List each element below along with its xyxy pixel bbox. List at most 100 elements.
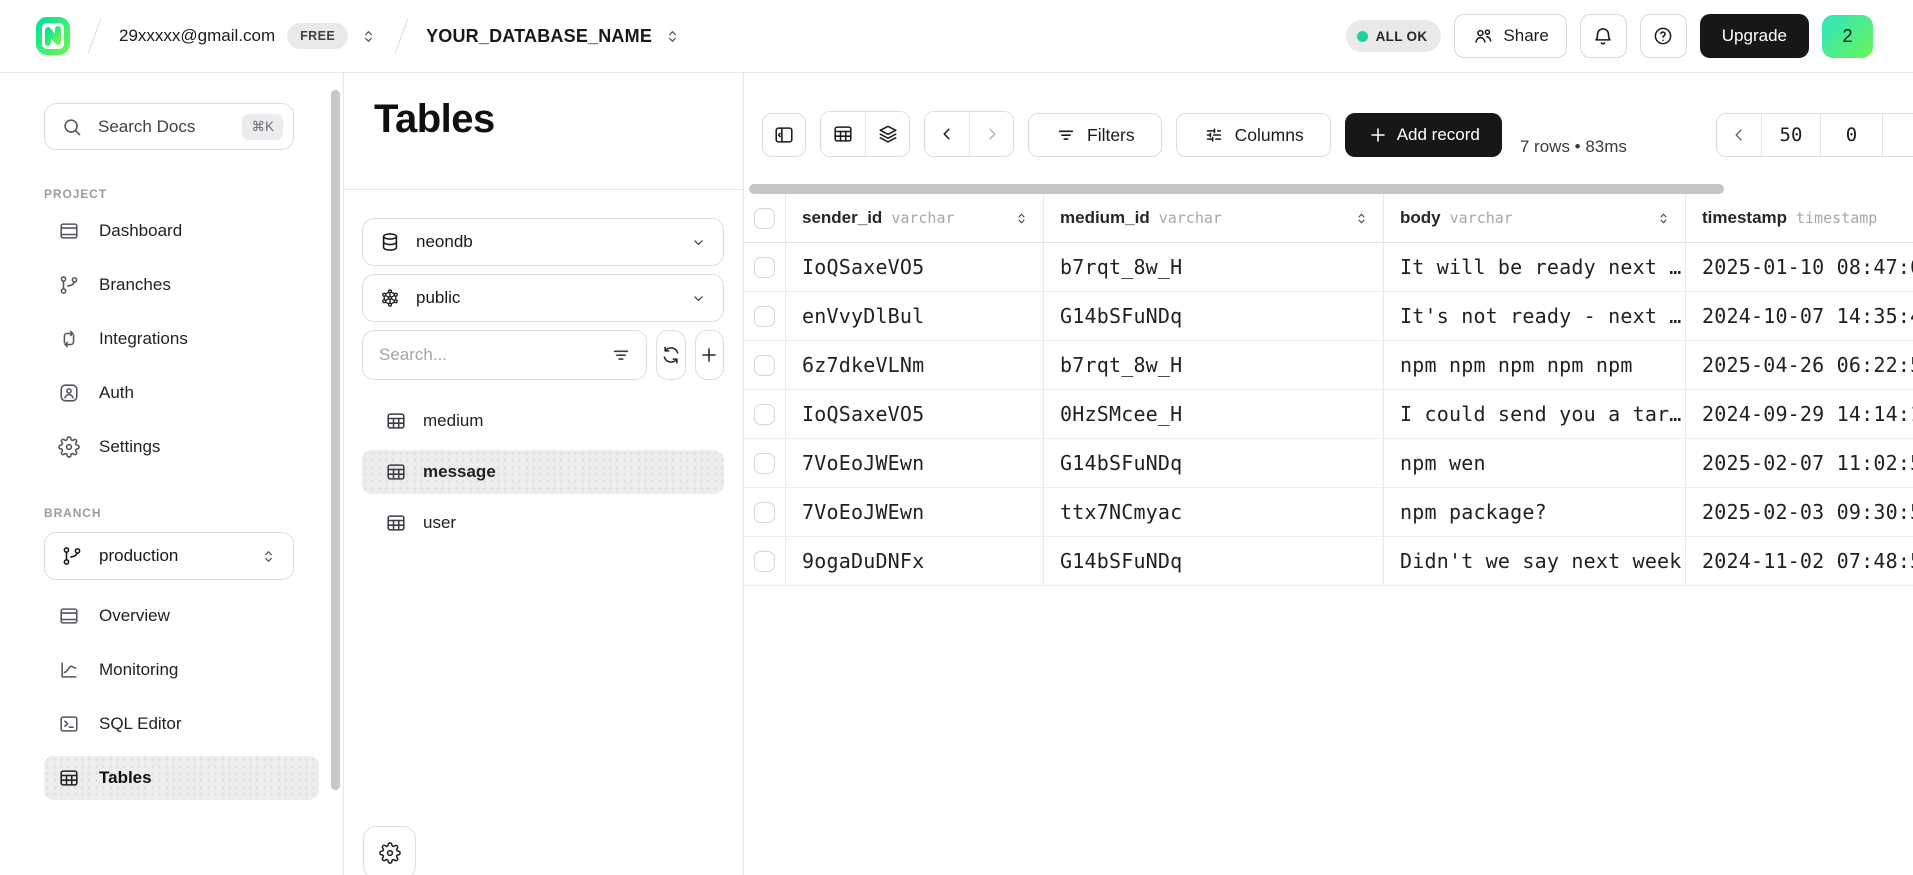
table-row[interactable]: 7VoEoJWEwnG14bSFuNDq npm wen 2025-02-07 11…: [744, 439, 1913, 488]
table-cell[interactable]: G14bSFuNDq: [1044, 292, 1384, 340]
sidebar-item[interactable]: Integrations: [44, 317, 319, 361]
sort-icon[interactable]: [1014, 211, 1029, 226]
forward-button[interactable]: [969, 112, 1013, 156]
add-record-button[interactable]: Add record: [1345, 113, 1502, 157]
page-offset-value[interactable]: 0: [1820, 114, 1882, 156]
sort-icon[interactable]: [1354, 211, 1369, 226]
database-selector[interactable]: YOUR_DATABASE_NAME: [426, 26, 681, 47]
add-table-button[interactable]: [695, 330, 725, 380]
sidebar-item[interactable]: Tables: [44, 756, 319, 800]
table-row[interactable]: 7VoEoJWEwnttx7NCmyacnpm package?2025-02-…: [744, 488, 1913, 537]
table-cell[interactable]: G14bSFuNDq: [1044, 537, 1384, 585]
table-cell[interactable]: 2025-02-03 09:30:5: [1686, 488, 1913, 536]
panel-settings-button[interactable]: [363, 826, 416, 875]
table-cell[interactable]: IoQSaxeVO5: [786, 390, 1044, 438]
sidebar-item[interactable]: SQL Editor: [44, 702, 319, 746]
cell-value: 2024-10-07 14:35:4: [1702, 304, 1913, 328]
notifications-button[interactable]: [1580, 14, 1627, 58]
column-header-body[interactable]: bodyvarchar: [1384, 194, 1686, 242]
sliders-icon: [1203, 124, 1225, 146]
table-cell[interactable]: npm npm npm npm npm: [1384, 341, 1686, 389]
sidebar-item[interactable]: Settings: [44, 425, 319, 469]
refresh-button[interactable]: [656, 330, 686, 380]
table-cell[interactable]: b7rqt_8w_H: [1044, 243, 1384, 291]
collapse-panel-button[interactable]: [762, 113, 806, 157]
row-checkbox[interactable]: [754, 404, 775, 425]
table-row[interactable]: 9ogaDuDNFxG14bSFuNDqDidn't we say next w…: [744, 537, 1913, 586]
table-list-item[interactable]: medium: [362, 399, 724, 443]
table-cell[interactable]: enVvyDlBul: [786, 292, 1044, 340]
table-cell[interactable]: 2024-10-07 14:35:4: [1686, 292, 1913, 340]
table-row[interactable]: enVvyDlBulG14bSFuNDqIt's not ready - nex…: [744, 292, 1913, 341]
page-size-value[interactable]: 50: [1761, 114, 1820, 156]
sidebar-item[interactable]: Dashboard: [44, 209, 319, 253]
column-header-timestamp[interactable]: timestamptimestamp: [1686, 194, 1913, 242]
table-cell[interactable]: It will be ready next …: [1384, 243, 1686, 291]
cell-value: npm wen: [1400, 451, 1486, 475]
table-cell[interactable]: 2025-04-26 06:22:5: [1686, 341, 1913, 389]
table-row[interactable]: IoQSaxeVO50HzSMcee_HI could send you a t…: [744, 390, 1913, 439]
sidebar-scrollbar[interactable]: [331, 90, 340, 790]
table-cell[interactable]: It's not ready - next …: [1384, 292, 1686, 340]
table-cell[interactable]: IoQSaxeVO5: [786, 243, 1044, 291]
select-all-checkbox[interactable]: [754, 208, 775, 229]
table-row[interactable]: 6z7dkeVLNmb7rqt_8w_Hnpm npm npm npm npm2…: [744, 341, 1913, 390]
notification-count-button[interactable]: 2: [1822, 15, 1873, 58]
row-checkbox[interactable]: [754, 257, 775, 278]
sidebar-item[interactable]: Monitoring: [44, 648, 319, 692]
sidebar-item[interactable]: Auth: [44, 371, 319, 415]
table-cell[interactable]: G14bSFuNDq: [1044, 439, 1384, 487]
neon-logo-icon[interactable]: [36, 17, 70, 55]
row-select-cell: [744, 341, 786, 389]
column-header-medium_id[interactable]: medium_idvarchar: [1044, 194, 1384, 242]
table-cell[interactable]: 7VoEoJWEwn: [786, 439, 1044, 487]
columns-button[interactable]: Columns: [1176, 113, 1331, 157]
grid-view-button[interactable]: [821, 112, 865, 156]
filters-button[interactable]: Filters: [1028, 113, 1162, 157]
table-list-item[interactable]: user: [362, 501, 724, 545]
table-search-input[interactable]: [379, 345, 600, 365]
branch-selector[interactable]: production: [44, 532, 294, 580]
status-badge[interactable]: ALL OK: [1346, 20, 1442, 52]
table-cell[interactable]: 2024-09-29 14:14:1: [1686, 390, 1913, 438]
database-dropdown[interactable]: neondb: [362, 218, 724, 266]
row-checkbox[interactable]: [754, 551, 775, 572]
page-prev-button[interactable]: [1717, 114, 1761, 156]
table-cell[interactable]: 6z7dkeVLNm: [786, 341, 1044, 389]
table-cell[interactable]: npm wen: [1384, 439, 1686, 487]
table-cell[interactable]: npm package?: [1384, 488, 1686, 536]
back-button[interactable]: [925, 112, 969, 156]
table-cell[interactable]: 2024-11-02 07:48:5: [1686, 537, 1913, 585]
table-row[interactable]: IoQSaxeVO5b7rqt_8w_HIt will be ready nex…: [744, 243, 1913, 292]
table-cell[interactable]: 9ogaDuDNFx: [786, 537, 1044, 585]
sidebar-item-icon: [58, 220, 80, 242]
row-checkbox[interactable]: [754, 355, 775, 376]
schema-dropdown[interactable]: public: [362, 274, 724, 322]
table-cell[interactable]: 2025-02-07 11:02:5: [1686, 439, 1913, 487]
upgrade-button[interactable]: Upgrade: [1700, 14, 1809, 58]
help-button[interactable]: [1640, 14, 1687, 58]
horizontal-scrollbar-thumb[interactable]: [749, 184, 1724, 194]
row-checkbox[interactable]: [754, 306, 775, 327]
table-cell[interactable]: 7VoEoJWEwn: [786, 488, 1044, 536]
row-checkbox[interactable]: [754, 502, 775, 523]
table-cell[interactable]: Didn't we say next week: [1384, 537, 1686, 585]
table-cell[interactable]: I could send you a tar…: [1384, 390, 1686, 438]
account-selector[interactable]: 29xxxxx@gmail.com FREE: [119, 23, 377, 49]
table-cell[interactable]: b7rqt_8w_H: [1044, 341, 1384, 389]
search-docs-button[interactable]: Search Docs ⌘K: [44, 103, 294, 150]
data-grid-pane: Filters Columns Add record 7 rows • 83ms…: [744, 73, 1913, 875]
layers-view-button[interactable]: [865, 112, 909, 156]
sort-icon[interactable]: [1656, 211, 1671, 226]
column-header-sender_id[interactable]: sender_idvarchar: [786, 194, 1044, 242]
table-cell[interactable]: ttx7NCmyac: [1044, 488, 1384, 536]
table-cell[interactable]: 2025-01-10 08:47:0: [1686, 243, 1913, 291]
page-next-button[interactable]: [1882, 114, 1913, 156]
table-list-item[interactable]: message: [362, 450, 724, 494]
sidebar-item[interactable]: Branches: [44, 263, 319, 307]
view-mode-toggle: [820, 111, 910, 157]
share-button[interactable]: Share: [1454, 14, 1566, 58]
row-checkbox[interactable]: [754, 453, 775, 474]
sidebar-item[interactable]: Overview: [44, 594, 319, 638]
table-cell[interactable]: 0HzSMcee_H: [1044, 390, 1384, 438]
